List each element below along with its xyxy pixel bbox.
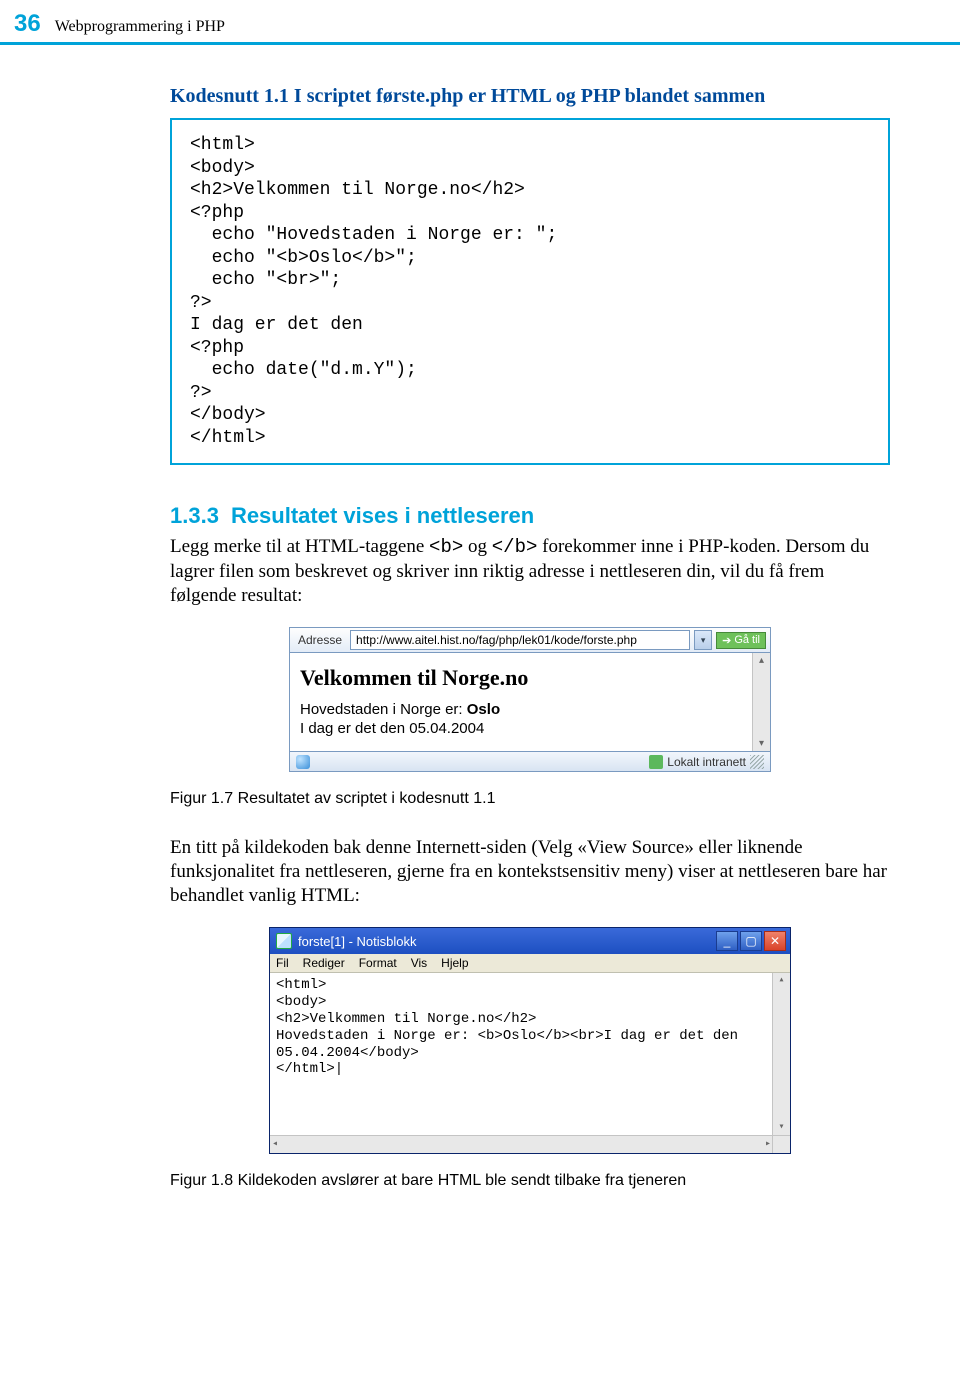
- notepad-window: forste[1] - Notisblokk _ ▢ ✕ Fil Rediger…: [269, 927, 791, 1154]
- scroll-right-icon: ▸: [765, 1139, 771, 1151]
- status-zone-label: Lokalt intranett: [667, 755, 746, 769]
- minimize-button[interactable]: _: [716, 931, 738, 951]
- browser-statusbar: Lokalt intranett: [290, 751, 770, 771]
- menu-vis[interactable]: Vis: [411, 956, 427, 970]
- line1-b: Oslo: [467, 701, 500, 718]
- section-title: Resultatet vises i nettleseren: [231, 503, 534, 528]
- menu-fil[interactable]: Fil: [276, 956, 289, 970]
- page-line2: I dag er det den 05.04.2004: [300, 720, 760, 737]
- inline-code-open-tag: <b>: [429, 536, 463, 558]
- arrow-right-icon: ➔: [722, 634, 731, 647]
- intranet-icon: [649, 755, 663, 769]
- notepad-scrollbar-vertical[interactable]: ▴ ▾: [772, 973, 790, 1136]
- figure-1-caption: Figur 1.7 Resultatet av scriptet i kodes…: [170, 790, 890, 808]
- code-snippet-heading: Kodesnutt 1.1 I scriptet første.php er H…: [170, 85, 890, 108]
- go-button[interactable]: ➔ Gå til: [716, 632, 766, 649]
- scroll-up-icon: ▴: [778, 975, 784, 987]
- address-bar: Adresse http://www.aitel.hist.no/fag/php…: [290, 628, 770, 653]
- close-button[interactable]: ✕: [764, 931, 786, 951]
- line1-a: Hovedstaden i Norge er:: [300, 701, 467, 718]
- paragraph-2: En titt på kildekoden bak denne Internet…: [170, 836, 890, 907]
- page-h2: Velkommen til Norge.no: [300, 665, 760, 691]
- para1-text-b: og: [463, 536, 492, 557]
- notepad-text: <html> <body> <h2>Velkommen til Norge.no…: [276, 977, 738, 1077]
- browser-window: Adresse http://www.aitel.hist.no/fag/php…: [289, 627, 771, 772]
- notepad-title: forste[1] - Notisblokk: [298, 934, 417, 949]
- scroll-down-icon: ▾: [759, 738, 764, 749]
- go-button-label: Gå til: [734, 634, 760, 646]
- notepad-textarea[interactable]: <html> <body> <h2>Velkommen til Norge.no…: [270, 973, 790, 1153]
- address-dropdown-icon[interactable]: ▾: [694, 630, 712, 650]
- scroll-left-icon: ◂: [272, 1139, 278, 1151]
- figure-2-caption: Figur 1.8 Kildekoden avslører at bare HT…: [170, 1172, 890, 1190]
- notepad-titlebar: forste[1] - Notisblokk _ ▢ ✕: [270, 928, 790, 954]
- scroll-down-icon: ▾: [778, 1122, 784, 1134]
- section-heading: 1.3.3 Resultatet vises i nettleseren: [170, 503, 890, 529]
- browser-viewport: Velkommen til Norge.no Hovedstaden i Nor…: [290, 653, 770, 751]
- page-header: 36 Webprogrammering i PHP: [0, 0, 960, 45]
- address-input[interactable]: http://www.aitel.hist.no/fag/php/lek01/k…: [350, 630, 690, 650]
- inline-code-close-tag: </b>: [492, 536, 538, 558]
- ie-icon: [296, 755, 310, 769]
- address-label: Adresse: [294, 633, 346, 647]
- paragraph-1: Legg merke til at HTML-taggene <b> og </…: [170, 535, 890, 607]
- page-line1: Hovedstaden i Norge er: Oslo: [300, 701, 760, 718]
- notepad-scrollbar-horizontal[interactable]: ◂ ▸: [270, 1135, 773, 1153]
- notepad-scroll-corner: [772, 1135, 790, 1153]
- resize-grip-icon[interactable]: [750, 755, 764, 769]
- notepad-menubar: Fil Rediger Format Vis Hjelp: [270, 954, 790, 973]
- notepad-app-icon: [276, 933, 292, 949]
- menu-hjelp[interactable]: Hjelp: [441, 956, 468, 970]
- page-content: Kodesnutt 1.1 I scriptet første.php er H…: [0, 45, 960, 1230]
- maximize-button[interactable]: ▢: [740, 931, 762, 951]
- para1-text-a: Legg merke til at HTML-taggene: [170, 536, 429, 557]
- page-number: 36: [14, 10, 41, 38]
- code-box: <html> <body> <h2>Velkommen til Norge.no…: [170, 118, 890, 465]
- running-title: Webprogrammering i PHP: [55, 18, 225, 36]
- figure-2-notepad: forste[1] - Notisblokk _ ▢ ✕ Fil Rediger…: [170, 927, 890, 1154]
- section-number: 1.3.3: [170, 503, 219, 528]
- scrollbar-vertical[interactable]: ▴ ▾: [752, 653, 770, 751]
- scroll-up-icon: ▴: [759, 655, 764, 666]
- menu-format[interactable]: Format: [359, 956, 397, 970]
- menu-rediger[interactable]: Rediger: [303, 956, 345, 970]
- figure-1-browser: Adresse http://www.aitel.hist.no/fag/php…: [170, 627, 890, 772]
